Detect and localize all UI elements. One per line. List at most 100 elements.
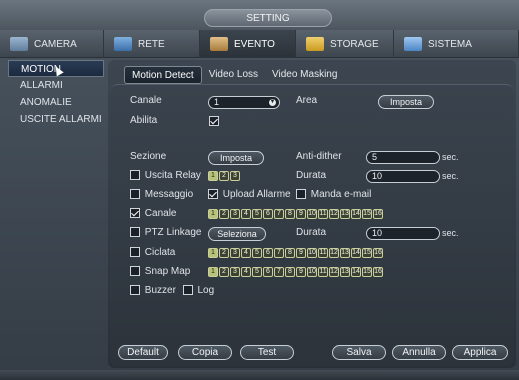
snap-num[interactable]: 1 xyxy=(208,267,218,277)
subtab-video-masking[interactable]: Video Masking xyxy=(265,66,344,84)
durata2-input[interactable]: 10 xyxy=(366,227,440,240)
snap-map-checkbox[interactable] xyxy=(130,266,140,277)
channel-num[interactable]: 7 xyxy=(274,209,284,219)
snap-num[interactable]: 2 xyxy=(219,267,229,277)
copia-button[interactable]: Copia xyxy=(178,345,232,360)
subtab-video-loss[interactable]: Video Loss xyxy=(202,66,265,84)
applica-button[interactable]: Applica xyxy=(452,345,508,360)
default-button[interactable]: Default xyxy=(118,345,168,360)
channel-num[interactable]: 15 xyxy=(362,209,372,219)
canale-select[interactable]: 1 ▼ xyxy=(208,96,280,109)
snap-num[interactable]: 5 xyxy=(252,267,262,277)
snap-num[interactable]: 7 xyxy=(274,267,284,277)
snap-num[interactable]: 14 xyxy=(351,267,361,277)
ciclata-num[interactable]: 6 xyxy=(263,248,273,258)
channel-num[interactable]: 1 xyxy=(208,209,218,219)
uscita-relay-checkbox[interactable] xyxy=(130,170,140,181)
subtab-motion-detect[interactable]: Motion Detect xyxy=(124,66,202,84)
ciclata-checkbox[interactable] xyxy=(130,247,140,258)
area-label: Area xyxy=(296,95,318,106)
abilita-checkbox[interactable] xyxy=(209,116,219,126)
snap-num[interactable]: 3 xyxy=(230,267,240,277)
annulla-button[interactable]: Annulla xyxy=(392,345,446,360)
ciclata-num[interactable]: 12 xyxy=(329,248,339,258)
sidebar-item-anomalie[interactable]: ANOMALIE xyxy=(8,94,104,111)
tab-storage[interactable]: STORAGE xyxy=(296,30,394,58)
snap-num[interactable]: 10 xyxy=(307,267,317,277)
channel-num[interactable]: 8 xyxy=(285,209,295,219)
canale-channels-row: Canale xyxy=(130,208,176,219)
buzzer-checkbox[interactable] xyxy=(130,285,140,296)
sezione-imposta-button[interactable]: Imposta xyxy=(208,151,264,165)
log-checkbox[interactable] xyxy=(182,285,193,296)
durata2-label: Durata xyxy=(296,227,327,238)
snap-num[interactable]: 9 xyxy=(296,267,306,277)
antidither-label: Anti-dither xyxy=(296,151,342,162)
ciclata-num[interactable]: 15 xyxy=(362,248,372,258)
snap-num[interactable]: 16 xyxy=(373,267,383,277)
antidither-input[interactable]: 5 xyxy=(366,151,440,164)
channel-num[interactable]: 3 xyxy=(230,209,240,219)
ciclata-num[interactable]: 7 xyxy=(274,248,284,258)
ciclata-num[interactable]: 4 xyxy=(241,248,251,258)
tab-evento[interactable]: EVENTO xyxy=(200,30,296,58)
sidebar: MOTION ALLARMI ANOMALIE USCITE ALLARMI xyxy=(8,60,104,365)
seleziona-button[interactable]: Seleziona xyxy=(208,227,266,241)
channel-num[interactable]: 2 xyxy=(219,209,229,219)
channel-num[interactable]: 13 xyxy=(340,209,350,219)
channel-num[interactable]: 6 xyxy=(263,209,273,219)
relay-num-3[interactable]: 3 xyxy=(230,171,240,181)
snap-num[interactable]: 8 xyxy=(285,267,295,277)
channel-num[interactable]: 5 xyxy=(252,209,262,219)
snap-num[interactable]: 15 xyxy=(362,267,372,277)
snap-num[interactable]: 4 xyxy=(241,267,251,277)
durata-unit: sec. xyxy=(442,171,459,181)
channel-num[interactable]: 16 xyxy=(373,209,383,219)
antidither-unit: sec. xyxy=(442,152,459,162)
ciclata-num[interactable]: 16 xyxy=(373,248,383,258)
tab-sistema-label: SISTEMA xyxy=(428,38,472,50)
manda-email-label: Manda e-mail xyxy=(310,189,372,200)
durata-input[interactable]: 10 xyxy=(366,170,440,183)
relay-num-2[interactable]: 2 xyxy=(219,171,229,181)
channel-num[interactable]: 14 xyxy=(351,209,361,219)
manda-email-checkbox[interactable] xyxy=(296,189,306,200)
tab-camera-label: CAMERA xyxy=(34,38,77,50)
durata-label: Durata xyxy=(296,170,327,181)
ciclata-num[interactable]: 3 xyxy=(230,248,240,258)
tab-camera[interactable]: CAMERA xyxy=(0,30,104,58)
snap-num[interactable]: 11 xyxy=(318,267,328,277)
area-imposta-button[interactable]: Imposta xyxy=(378,95,434,109)
channel-num[interactable]: 4 xyxy=(241,209,251,219)
channel-num[interactable]: 12 xyxy=(329,209,339,219)
ciclata-num[interactable]: 10 xyxy=(307,248,317,258)
upload-allarme-row: Upload Allarme xyxy=(208,189,291,200)
ciclata-num[interactable]: 14 xyxy=(351,248,361,258)
tab-sistema[interactable]: SISTEMA xyxy=(394,30,519,58)
salva-button[interactable]: Salva xyxy=(332,345,386,360)
upload-allarme-checkbox[interactable] xyxy=(208,189,218,200)
test-button[interactable]: Test xyxy=(240,345,294,360)
channel-num[interactable]: 11 xyxy=(318,209,328,219)
channel-num[interactable]: 10 xyxy=(307,209,317,219)
messaggio-checkbox[interactable] xyxy=(130,189,140,200)
sidebar-item-uscite-allarmi[interactable]: USCITE ALLARMI xyxy=(8,111,104,128)
ciclata-num[interactable]: 13 xyxy=(340,248,350,258)
sidebar-item-allarmi[interactable]: ALLARMI xyxy=(8,77,104,94)
ciclata-num[interactable]: 9 xyxy=(296,248,306,258)
canale-checkbox[interactable] xyxy=(130,208,140,219)
ciclata-num[interactable]: 1 xyxy=(208,248,218,258)
ptz-linkage-checkbox[interactable] xyxy=(130,227,140,238)
ciclata-num[interactable]: 8 xyxy=(285,248,295,258)
snap-num[interactable]: 13 xyxy=(340,267,350,277)
event-icon xyxy=(210,37,228,51)
ciclata-num[interactable]: 2 xyxy=(219,248,229,258)
channel-num[interactable]: 9 xyxy=(296,209,306,219)
snap-num[interactable]: 6 xyxy=(263,267,273,277)
ciclata-num[interactable]: 11 xyxy=(318,248,328,258)
relay-num-1[interactable]: 1 xyxy=(208,171,218,181)
tab-rete[interactable]: RETE xyxy=(104,30,200,58)
snap-num[interactable]: 12 xyxy=(329,267,339,277)
uscita-relay-row: Uscita Relay xyxy=(130,170,201,181)
ciclata-num[interactable]: 5 xyxy=(252,248,262,258)
